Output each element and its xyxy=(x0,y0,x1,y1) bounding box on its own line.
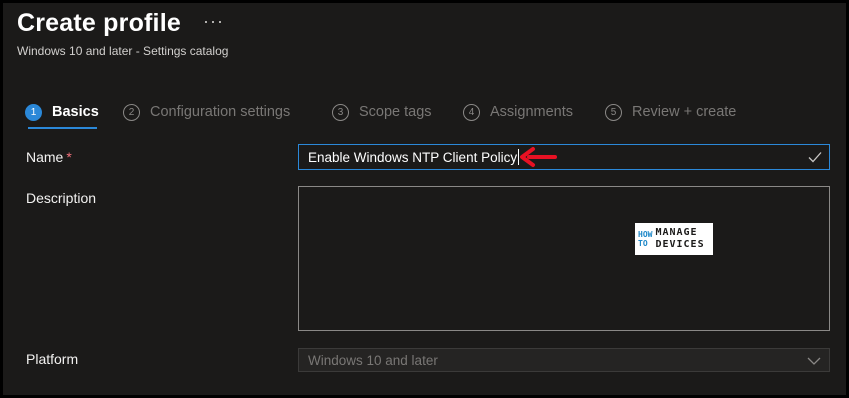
watermark-logo: HOW TO MANAGE DEVICES xyxy=(635,223,713,255)
name-input-value: Enable Windows NTP Client Policy xyxy=(308,149,518,165)
page-subtitle: Windows 10 and later - Settings catalog xyxy=(17,44,229,58)
step-number: 3 xyxy=(332,103,349,121)
step-review-create[interactable]: 5 Review + create xyxy=(605,99,736,125)
logo-left-text: HOW TO xyxy=(638,230,652,248)
step-label: Configuration settings xyxy=(150,104,291,120)
step-label: Basics xyxy=(52,104,99,120)
name-label-text: Name xyxy=(26,149,64,165)
description-textarea[interactable] xyxy=(298,186,830,331)
step-configuration-settings[interactable]: 2 Configuration settings xyxy=(123,99,290,125)
create-profile-panel: Create profile ··· Windows 10 and later … xyxy=(0,0,849,398)
step-scope-tags[interactable]: 3 Scope tags xyxy=(332,99,432,125)
more-options-button[interactable]: ··· xyxy=(203,11,224,32)
step-number: 2 xyxy=(123,103,140,121)
platform-label: Platform xyxy=(26,351,79,367)
step-label: Scope tags xyxy=(359,104,432,120)
step-number: 5 xyxy=(605,103,622,121)
description-label: Description xyxy=(26,190,97,206)
platform-value: Windows 10 and later xyxy=(308,352,438,368)
required-indicator: * xyxy=(66,149,72,165)
page-title: Create profile xyxy=(17,9,181,37)
logo-right-text: MANAGE DEVICES xyxy=(655,227,704,251)
name-label: Name * xyxy=(26,149,72,165)
logo-to: TO xyxy=(638,239,648,248)
logo-manage: MANAGE xyxy=(655,227,698,238)
platform-dropdown[interactable]: Windows 10 and later xyxy=(298,348,830,372)
step-number: 1 xyxy=(25,103,42,121)
chevron-down-icon xyxy=(807,357,821,365)
check-icon xyxy=(808,152,822,163)
step-assignments[interactable]: 4 Assignments xyxy=(463,99,573,125)
arrow-left-icon xyxy=(520,147,557,167)
step-label: Assignments xyxy=(490,104,574,120)
active-step-underline xyxy=(28,127,97,129)
name-input[interactable]: Enable Windows NTP Client Policy xyxy=(298,144,830,170)
logo-devices: DEVICES xyxy=(655,239,705,250)
step-label: Review + create xyxy=(632,104,737,120)
logo-how: HOW xyxy=(638,230,653,239)
step-number: 4 xyxy=(463,103,480,121)
step-basics[interactable]: 1 Basics xyxy=(25,99,99,125)
